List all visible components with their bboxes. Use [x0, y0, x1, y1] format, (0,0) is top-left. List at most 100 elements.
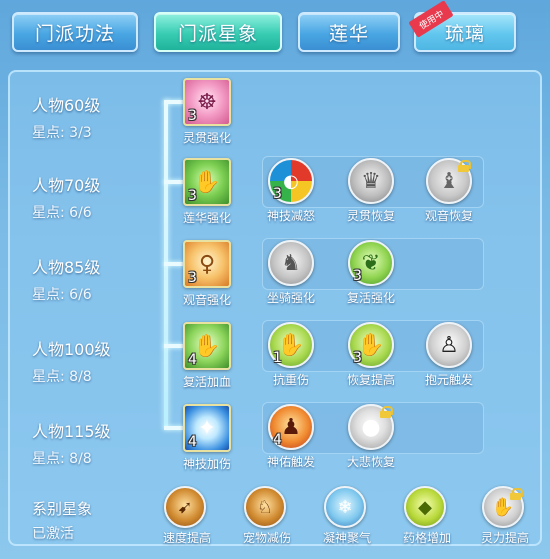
skill-icon: ◐ 3 [268, 158, 314, 204]
tier-stars: 星点: 8/8 [32, 451, 92, 467]
skill-label: 神技减怒 [266, 209, 315, 223]
lock-icon [458, 160, 471, 172]
skill-guanyin-recover[interactable]: ♝ 观音恢复 [420, 158, 478, 224]
skill-label: 复活加血 [182, 375, 231, 389]
skill-icon: ♀ 3 [183, 240, 231, 288]
skill-count: 4 [188, 352, 197, 368]
skill-dabei-recover[interactable]: ● 大悲恢复 [342, 404, 400, 470]
skill-revive-boost[interactable]: ❦ 3 复活强化 [342, 240, 400, 306]
meditate-icon: ♙ [439, 332, 459, 358]
tier-title: 人物115级 [32, 422, 111, 441]
skill-count: 3 [188, 188, 197, 204]
spark-icon: ❄ [337, 496, 353, 518]
tier-stars: 星点: 3/3 [32, 125, 92, 141]
series-icon: ♘ [244, 486, 286, 528]
series-label: 宠物减伤 [242, 531, 291, 545]
skill-label: 莲华强化 [182, 211, 231, 225]
skill-label: 抱元触发 [424, 373, 473, 387]
skill-count: 3 [188, 108, 197, 124]
skill-label: 坐骑强化 [266, 291, 315, 305]
skill-count: 4 [188, 434, 197, 450]
skill-revive-heal[interactable]: ✋ 4 复活加血 [178, 322, 236, 390]
series-spirit-boost[interactable]: ✋ 灵力提高 [476, 486, 534, 546]
skill-label: 大悲恢复 [346, 455, 395, 469]
tab-label: 莲华 [328, 22, 369, 45]
skill-icon: ♝ [426, 158, 472, 204]
skill-mount-boost[interactable]: ♞ 坐骑强化 [262, 240, 320, 306]
tab-lianhua[interactable]: 莲华 [298, 12, 400, 52]
series-label: 药格增加 [402, 531, 451, 545]
skill-lingguan-recover[interactable]: ♛ 灵贯恢复 [342, 158, 400, 224]
lock-icon [510, 488, 523, 500]
skill-label: 抗重伤 [272, 373, 309, 387]
tier-stars: 星点: 8/8 [32, 369, 92, 385]
skill-label: 灵贯恢复 [346, 209, 395, 223]
skill-icon: ♙ [426, 322, 472, 368]
gem-icon: ◆ [418, 496, 432, 518]
skill-count: 1 [273, 350, 282, 366]
tier-title: 人物85级 [32, 258, 101, 277]
skill-label: 恢复提高 [346, 373, 395, 387]
skill-count: 4 [273, 432, 282, 448]
skill-icon: ✦ 4 [183, 404, 231, 452]
skill-recover-boost[interactable]: ✋ 3 恢复提高 [342, 322, 400, 388]
tab-sect-skills[interactable]: 门派功法 [12, 12, 138, 52]
skill-baoyuan-trigger[interactable]: ♙ 抱元触发 [420, 322, 478, 388]
skill-count: 3 [353, 268, 362, 284]
series-focus-energy[interactable]: ❄ 凝神聚气 [318, 486, 376, 546]
skill-guanyin-boost[interactable]: ♀ 3 观音强化 [178, 240, 236, 308]
skill-icon: ♟ 4 [268, 404, 314, 450]
tier-title: 人物60级 [32, 96, 101, 115]
tier-60: 人物60级 星点: 3/3 [32, 92, 100, 142]
skill-icon: ☸ 3 [183, 78, 231, 126]
series-label: 灵力提高 [480, 531, 529, 545]
skill-blessing-trigger[interactable]: ♟ 4 神佑触发 [262, 404, 320, 470]
skill-icon: ♞ [268, 240, 314, 286]
skill-count: 3 [188, 270, 197, 286]
tab-liuli[interactable]: 使用中 琉璃 [408, 0, 516, 52]
series-pet-reduce[interactable]: ♘ 宠物减伤 [238, 486, 296, 546]
tier-70: 人物70级 星点: 6/6 [32, 172, 100, 222]
tier-title: 人物70级 [32, 176, 101, 195]
skill-reduce-rage[interactable]: ◐ 3 神技减怒 [262, 158, 320, 224]
tier-115: 人物115级 星点: 8/8 [32, 418, 111, 468]
skill-label: 观音强化 [182, 293, 231, 307]
series-status: 已激活 [32, 526, 74, 542]
skill-icon: ● [348, 404, 394, 450]
skill-lingguan-boost[interactable]: ☸ 3 灵贯强化 [178, 78, 236, 146]
skill-icon: ♛ [348, 158, 394, 204]
speed-icon: ➹ [177, 496, 193, 518]
series-label: 凝神聚气 [322, 531, 371, 545]
tier-85: 人物85级 星点: 6/6 [32, 254, 100, 304]
skill-icon: ❦ 3 [348, 240, 394, 286]
tab-label: 琉璃 [444, 22, 485, 45]
pet-icon: ♘ [256, 496, 274, 518]
skill-icon: ✋ 3 [348, 322, 394, 368]
skill-label: 神佑触发 [266, 455, 315, 469]
tab-bar: 门派功法 门派星象 莲华 使用中 琉璃 [0, 0, 550, 58]
lock-icon [380, 406, 393, 418]
skill-anti-wound[interactable]: ✋ 1 抗重伤 [262, 322, 320, 388]
skill-icon: ✋ 4 [183, 322, 231, 370]
series-icon: ✋ [482, 486, 524, 528]
skill-count: 3 [273, 186, 282, 202]
skill-label: 复活强化 [346, 291, 395, 305]
tab-label: 门派星象 [177, 22, 258, 45]
skill-count: 3 [353, 350, 362, 366]
skill-icon: ✋ 1 [268, 322, 314, 368]
series-icon: ➹ [164, 486, 206, 528]
skill-label: 观音恢复 [424, 209, 473, 223]
series-icon: ◆ [404, 486, 446, 528]
tier-title: 人物100级 [32, 340, 111, 359]
tier-100: 人物100级 星点: 8/8 [32, 336, 111, 386]
figure-icon: ♛ [361, 168, 381, 194]
tier-stars: 星点: 6/6 [32, 205, 92, 221]
skill-label: 灵贯强化 [182, 131, 231, 145]
skill-divine-damage[interactable]: ✦ 4 神技加伤 [178, 404, 236, 472]
tab-sect-stars[interactable]: 门派星象 [154, 12, 282, 52]
series-label: 速度提高 [162, 531, 211, 545]
skill-label: 神技加伤 [182, 457, 231, 471]
series-medicine-slots[interactable]: ◆ 药格增加 [398, 486, 456, 546]
skill-lianhua-boost[interactable]: ✋ 3 莲华强化 [178, 158, 236, 226]
series-speed-boost[interactable]: ➹ 速度提高 [158, 486, 216, 546]
